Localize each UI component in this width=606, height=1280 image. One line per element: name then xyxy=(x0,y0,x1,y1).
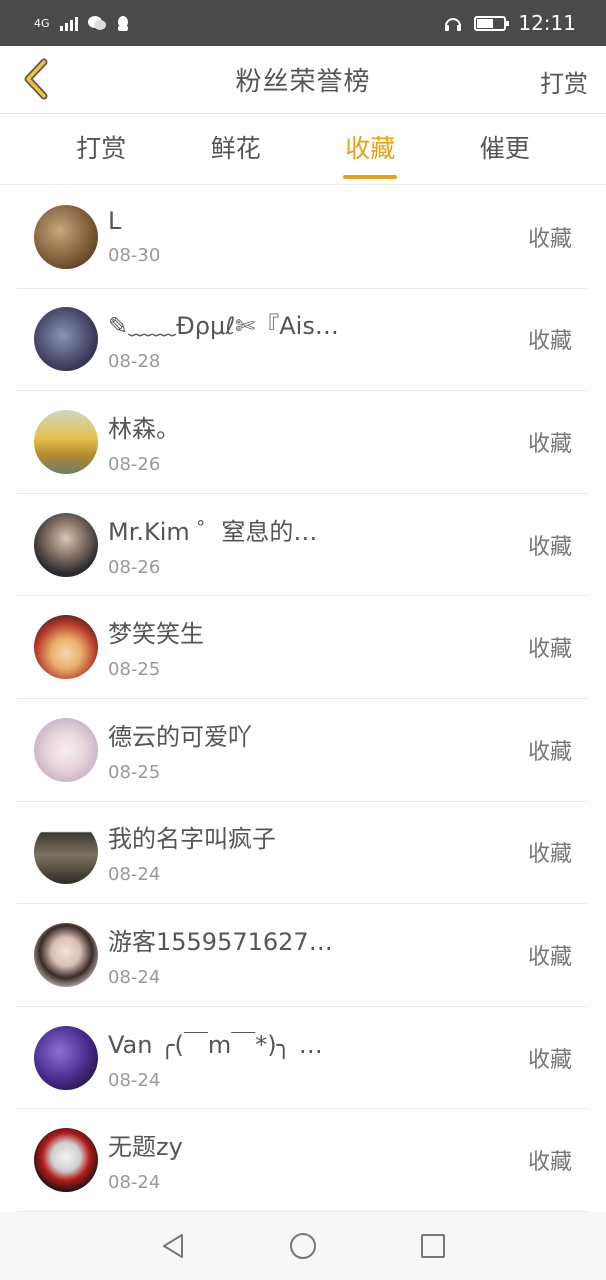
fan-name: 游客1559571627… xyxy=(108,927,333,956)
avatar[interactable] xyxy=(34,1025,98,1090)
top-bar: 粉丝荣誉榜 打赏 xyxy=(0,46,606,114)
avatar[interactable] xyxy=(34,922,98,987)
triangle-back-icon xyxy=(163,1234,183,1258)
fan-date: 08-24 xyxy=(108,1172,161,1194)
fan-date: 08-25 xyxy=(108,761,161,783)
reward-button[interactable]: 打赏 xyxy=(540,64,588,99)
tab-flowers[interactable]: 鲜花 xyxy=(211,129,261,171)
fan-action: 收藏 xyxy=(527,842,572,868)
fan-date: 08-25 xyxy=(108,659,161,681)
list-item[interactable]: Mr.Kim ゜窒息的… 08-26 收藏 xyxy=(17,494,589,597)
fan-action: 收藏 xyxy=(527,534,572,560)
fan-date: 08-26 xyxy=(108,556,161,578)
fan-action: 收藏 xyxy=(527,739,572,765)
network-label: 4G xyxy=(34,16,50,30)
fan-name: 我的名字叫疯子 xyxy=(108,825,276,854)
list-item[interactable]: 梦笑笑生 08-25 收藏 xyxy=(17,596,589,699)
headphone-icon xyxy=(445,18,462,31)
fan-date: 08-28 xyxy=(108,351,161,373)
fan-name: 梦笑笑生 xyxy=(108,620,204,649)
avatar[interactable] xyxy=(34,512,98,577)
tab-urge-update[interactable]: 催更 xyxy=(480,129,530,171)
qq-icon xyxy=(117,15,128,31)
list-item[interactable]: 林森。 08-26 收藏 xyxy=(17,391,589,494)
circle-home-icon xyxy=(290,1233,316,1259)
clock: 12:11 xyxy=(518,11,576,35)
chevron-left-icon xyxy=(24,58,48,100)
fan-date: 08-26 xyxy=(108,453,161,475)
list-item[interactable]: 我的名字叫疯子 08-24 收藏 xyxy=(17,802,589,905)
list-item[interactable]: ✎﹏﹏Ɖρμℓ✄『Ais… 08-28 收藏 xyxy=(17,289,589,392)
avatar[interactable] xyxy=(34,409,98,474)
list-item[interactable]: 德云的可爱吖 08-25 收藏 xyxy=(17,699,589,802)
nav-recent-button[interactable] xyxy=(418,1231,448,1261)
fan-date: 08-24 xyxy=(108,966,161,988)
fan-name: 林森。 xyxy=(108,414,180,443)
list-item[interactable]: 无题zy 08-24 收藏 xyxy=(17,1109,589,1212)
square-recent-icon xyxy=(421,1234,445,1258)
fan-name: 无题zy xyxy=(108,1133,183,1162)
avatar[interactable] xyxy=(34,1128,98,1193)
tab-reward[interactable]: 打赏 xyxy=(76,129,126,171)
fan-action: 收藏 xyxy=(527,431,572,457)
avatar[interactable] xyxy=(34,820,98,885)
system-nav-bar xyxy=(0,1212,606,1280)
avatar[interactable] xyxy=(34,204,98,269)
fan-name: Van ╭(￣m￣*)╮ … xyxy=(108,1030,323,1059)
list-item[interactable]: L 08-30 收藏 xyxy=(17,186,589,289)
avatar[interactable] xyxy=(34,307,98,372)
list-item[interactable]: Van ╭(￣m￣*)╮ … 08-24 收藏 xyxy=(17,1007,589,1110)
battery-icon xyxy=(474,15,510,31)
fan-date: 08-24 xyxy=(108,864,161,886)
tab-favorites[interactable]: 收藏 xyxy=(343,129,398,179)
fan-date: 08-24 xyxy=(108,1069,161,1091)
fan-action: 收藏 xyxy=(527,226,572,252)
avatar[interactable] xyxy=(34,615,98,680)
nav-home-button[interactable] xyxy=(288,1231,318,1261)
page-title: 粉丝荣誉榜 xyxy=(235,67,371,97)
fan-action: 收藏 xyxy=(527,944,572,970)
fan-name: Mr.Kim ゜窒息的… xyxy=(108,517,318,546)
status-bar: 4G 12:11 xyxy=(0,0,606,46)
avatar[interactable] xyxy=(34,717,98,782)
fan-name: 德云的可爱吖 xyxy=(108,722,252,751)
list-item[interactable]: 游客1559571627… 08-24 收藏 xyxy=(17,904,589,1007)
fan-action: 收藏 xyxy=(527,637,572,663)
fan-date: 08-30 xyxy=(108,245,161,267)
back-button[interactable] xyxy=(16,54,56,104)
tab-bar: 打赏 鲜花 收藏 催更 xyxy=(0,115,606,185)
fan-list: L 08-30 收藏 ✎﹏﹏Ɖρμℓ✄『Ais… 08-28 收藏 林森。 08-26… xyxy=(17,186,589,1212)
fan-action: 收藏 xyxy=(527,1047,572,1073)
nav-back-button[interactable] xyxy=(158,1231,188,1261)
wechat-icon xyxy=(87,16,106,30)
signal-icon xyxy=(59,15,78,31)
fan-name: ✎﹏﹏Ɖρμℓ✄『Ais… xyxy=(108,312,339,341)
fan-action: 收藏 xyxy=(527,1150,572,1176)
fan-name: L xyxy=(108,207,122,236)
fan-action: 收藏 xyxy=(527,329,572,355)
